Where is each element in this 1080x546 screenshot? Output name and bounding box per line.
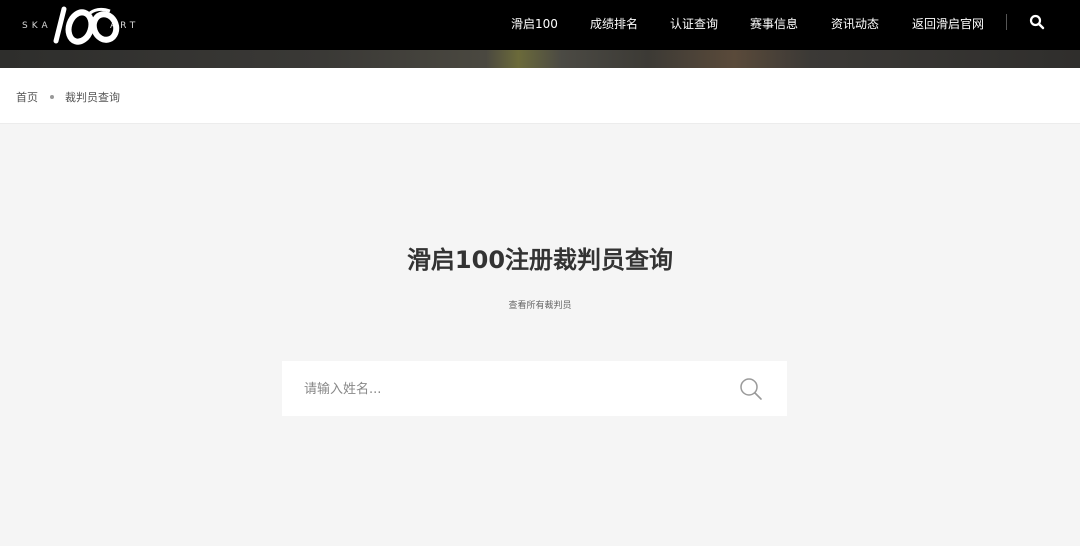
hero-banner-strip <box>0 50 1080 68</box>
nav-divider <box>1006 14 1007 30</box>
nav-item-certification[interactable]: 认证查询 <box>670 15 718 32</box>
nav-item-events[interactable]: 赛事信息 <box>750 15 798 32</box>
search-icon[interactable] <box>738 376 764 402</box>
breadcrumb-separator <box>50 95 54 99</box>
top-navigation-bar: SKA ART 滑启100 成绩排名 认证查询 赛事信息 资讯动态 返回滑启官网 <box>0 0 1080 50</box>
search-icon[interactable] <box>1029 14 1045 30</box>
nav-item-skate100[interactable]: 滑启100 <box>511 15 558 32</box>
page-subtitle: 查看所有裁判员 <box>508 301 572 311</box>
breadcrumb: 首页 裁判员查询 <box>0 68 1080 124</box>
nav-item-rankings[interactable]: 成绩排名 <box>590 15 638 32</box>
breadcrumb-current: 裁判员查询 <box>65 91 120 104</box>
nav-item-news[interactable]: 资讯动态 <box>831 15 879 32</box>
name-search-input[interactable] <box>304 377 724 401</box>
page-title: 滑启100注册裁判员查询 <box>406 246 674 274</box>
breadcrumb-home-link[interactable]: 首页 <box>16 89 38 105</box>
nav-item-official-site[interactable]: 返回滑启官网 <box>912 15 984 32</box>
main-nav: 滑启100 成绩排名 认证查询 赛事信息 资讯动态 返回滑启官网 <box>0 0 1080 50</box>
referee-search-form <box>282 361 787 416</box>
